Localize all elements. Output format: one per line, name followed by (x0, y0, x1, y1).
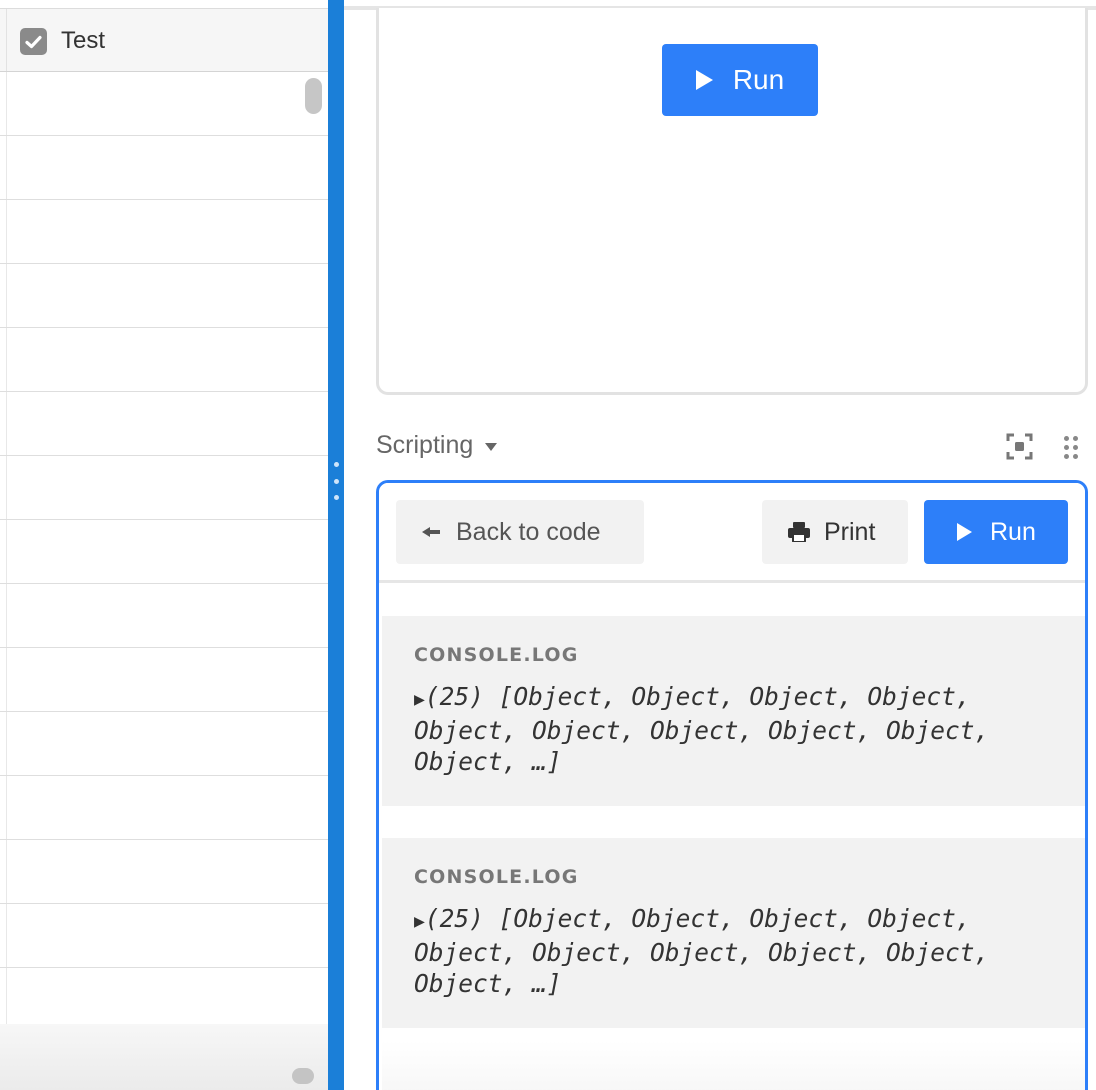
vertical-scrollbar-thumb[interactable] (305, 78, 322, 114)
checkbox-field-icon (20, 28, 47, 55)
back-to-code-label: Back to code (456, 517, 601, 546)
play-icon (695, 70, 713, 90)
block-title-dropdown[interactable]: Scripting (376, 431, 498, 460)
console-log-output[interactable]: ▶(25) [Object, Object, Object, Object, O… (414, 903, 1054, 999)
console-log-label: CONSOLE.LOG (414, 644, 579, 666)
print-button[interactable]: Print (762, 500, 908, 564)
console-log-value: (25) [Object, Object, Object, Object, Ob… (414, 904, 990, 998)
chevron-down-icon (485, 442, 498, 451)
printer-icon (788, 522, 810, 542)
grid-row[interactable] (0, 776, 328, 840)
console-log-entry: CONSOLE.LOG ▶(25) [Object, Object, Objec… (382, 838, 1085, 1028)
grid-row[interactable] (0, 904, 328, 968)
app-run-label: Run (732, 64, 785, 95)
grid-row[interactable] (0, 136, 328, 200)
grid-row[interactable] (0, 264, 328, 328)
play-icon (957, 523, 972, 541)
app-run-button[interactable]: Run (662, 44, 818, 116)
back-to-code-button[interactable]: Back to code (396, 500, 644, 564)
fullscreen-icon[interactable] (1006, 433, 1033, 460)
expand-triangle-icon[interactable]: ▶ (414, 689, 425, 710)
grid-row[interactable] (0, 968, 328, 1032)
grid-row[interactable] (0, 392, 328, 456)
grid-row[interactable] (0, 840, 328, 904)
script-toolbar: Back to code Print Run (379, 483, 1085, 583)
checkmark-icon (25, 35, 42, 48)
console-log-label: CONSOLE.LOG (414, 866, 579, 888)
run-script-button[interactable]: Run (924, 500, 1068, 564)
console-log-value: (25) [Object, Object, Object, Object, Ob… (414, 682, 990, 776)
grid-footer (0, 1024, 328, 1090)
console-log-output[interactable]: ▶(25) [Object, Object, Object, Object, O… (414, 681, 1054, 777)
console-log-entry: CONSOLE.LOG ▶(25) [Object, Object, Objec… (382, 616, 1085, 806)
grid-row[interactable] (0, 584, 328, 648)
console-bottom-fade (382, 1041, 1085, 1090)
block-title-label: Scripting (376, 431, 474, 459)
grid-row[interactable] (0, 456, 328, 520)
grid-row[interactable] (0, 328, 328, 392)
horizontal-scrollbar-thumb[interactable] (292, 1068, 314, 1084)
grid-row[interactable] (0, 648, 328, 712)
expand-triangle-icon[interactable]: ▶ (414, 911, 425, 932)
run-script-label: Run (990, 517, 1036, 546)
grid-rows (0, 72, 328, 1032)
grid-panel: Test (0, 0, 328, 1090)
panel-resize-divider[interactable] (328, 0, 344, 1090)
grid-header: Test (0, 8, 328, 72)
grid-row[interactable] (0, 200, 328, 264)
grid-row[interactable] (0, 520, 328, 584)
arrow-left-icon (422, 526, 440, 538)
grid-row[interactable] (0, 712, 328, 776)
resize-handle-icon[interactable] (333, 462, 339, 500)
scripting-block-card: Back to code Print Run CONSOLE.LOG ▶(25)… (376, 480, 1088, 1090)
header-divider-line (6, 9, 7, 71)
field-header-name[interactable]: Test (61, 27, 105, 55)
grid-row[interactable] (0, 72, 328, 136)
drag-handle-icon[interactable] (1064, 436, 1078, 459)
print-label: Print (824, 517, 876, 546)
